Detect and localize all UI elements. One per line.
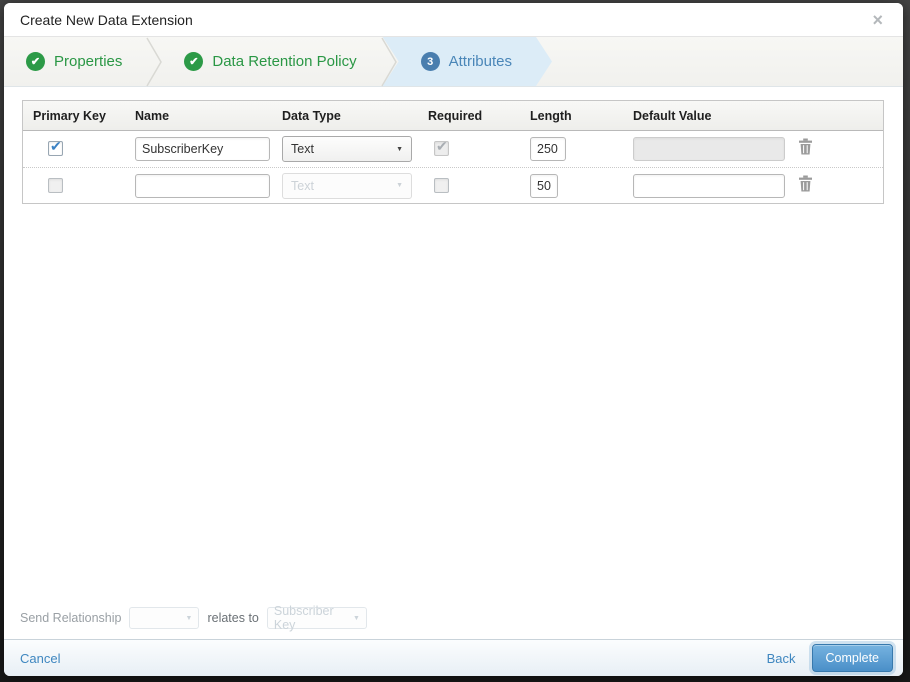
data-type-dropdown: Text ▼ (282, 172, 412, 199)
wizard-step-data-retention-policy[interactable]: ✔ Data Retention Policy (162, 37, 380, 86)
wizard-step-label: Attributes (448, 53, 512, 70)
relates-to-label: relates to (207, 611, 259, 625)
send-relationship-field-dropdown: ▼ (129, 607, 200, 629)
cancel-link[interactable]: Cancel (20, 651, 60, 666)
length-input[interactable] (530, 173, 558, 198)
required-checkbox (434, 138, 449, 157)
default-value-input[interactable] (633, 173, 785, 198)
attributes-table: Primary Key Name Data Type Required Leng… (22, 100, 884, 204)
step-separator-icon (146, 37, 163, 86)
wizard-step-properties[interactable]: ✔ Properties (4, 37, 146, 86)
data-type-value: Text (291, 142, 314, 156)
attributes-content: Primary Key Name Data Type Required Leng… (4, 87, 903, 605)
primary-key-checkbox[interactable] (48, 177, 63, 193)
default-value-input (633, 137, 785, 161)
wizard-steps: ✔ Properties ✔ Data Retention Policy 3 A… (4, 37, 903, 87)
column-header-length: Length (530, 108, 572, 123)
table-row: Text ▼ (23, 167, 883, 203)
length-input[interactable] (530, 137, 566, 161)
step-number-badge: 3 (421, 52, 440, 71)
name-input[interactable] (135, 173, 270, 198)
column-header-data-type: Data Type (282, 108, 341, 123)
column-header-default-value: Default Value (633, 108, 712, 123)
table-header-row: Primary Key Name Data Type Required Leng… (23, 101, 883, 131)
trash-icon[interactable] (798, 138, 813, 155)
relates-to-dropdown: Subscriber Key ▼ (266, 604, 367, 632)
table-row: Text ▼ (23, 131, 883, 167)
check-circle-icon: ✔ (26, 52, 45, 71)
wizard-step-attributes[interactable]: 3 Attributes (383, 37, 552, 86)
required-checkbox[interactable] (434, 177, 449, 193)
primary-key-checkbox[interactable] (48, 138, 63, 157)
chevron-down-icon: ▼ (185, 614, 193, 622)
create-data-extension-modal: Create New Data Extension × ✔ Properties… (4, 3, 903, 676)
column-header-primary-key: Primary Key (33, 108, 106, 123)
modal-footer: Cancel Back Complete (4, 639, 903, 676)
relates-to-value: Subscriber Key (273, 604, 334, 632)
column-header-name: Name (135, 108, 170, 123)
trash-icon[interactable] (798, 175, 813, 192)
chevron-down-icon: ▼ (396, 182, 403, 189)
modal-titlebar: Create New Data Extension × (4, 3, 903, 37)
complete-button[interactable]: Complete (811, 644, 893, 672)
wizard-step-label: Data Retention Policy (212, 53, 357, 70)
page-title: Create New Data Extension (20, 11, 193, 28)
send-relationship-section: Send Relationship ▼ relates to Subscribe… (4, 604, 903, 639)
column-header-required: Required (428, 108, 483, 123)
data-type-dropdown[interactable]: Text ▼ (282, 136, 412, 162)
chevron-down-icon: ▼ (352, 614, 360, 622)
close-icon[interactable]: × (868, 9, 887, 31)
check-circle-icon: ✔ (184, 52, 204, 71)
chevron-down-icon: ▼ (396, 145, 403, 153)
wizard-step-label: Properties (54, 53, 123, 70)
back-link[interactable]: Back (767, 651, 796, 666)
send-relationship-label: Send Relationship (20, 611, 122, 625)
data-type-value: Text (291, 178, 314, 193)
name-input[interactable] (135, 137, 270, 161)
